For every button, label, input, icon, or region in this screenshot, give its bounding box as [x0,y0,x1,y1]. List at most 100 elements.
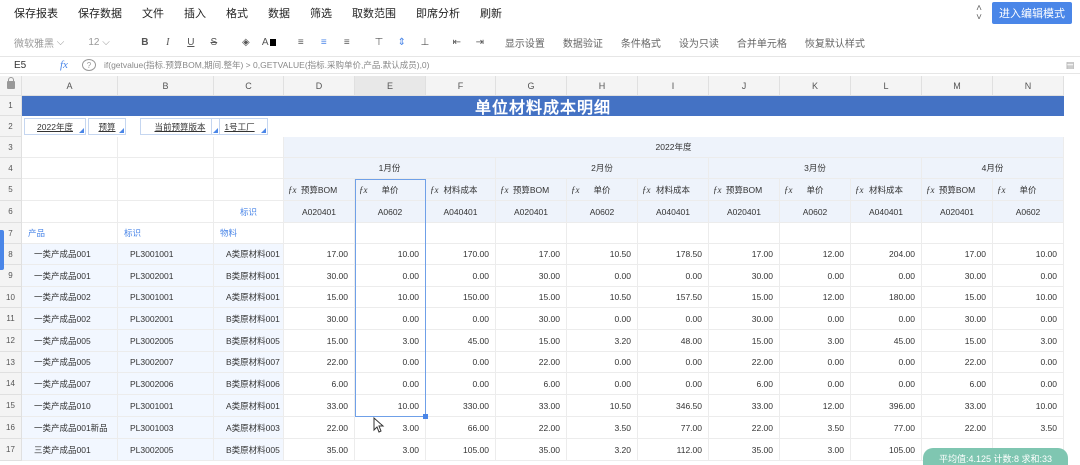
align-right-icon[interactable]: ≡ [340,35,354,49]
value-cell[interactable]: 0.00 [780,373,851,395]
member-code[interactable]: A0602 [780,201,851,223]
function-icon[interactable]: fx [60,59,82,71]
value-cell[interactable]: 3.00 [780,439,851,461]
value-cell[interactable]: 30.00 [922,265,993,287]
member-code[interactable]: A040401 [638,201,709,223]
value-cell[interactable]: 10.00 [355,244,426,265]
product-cell[interactable]: 一类产成品002 [22,308,118,330]
align-middle-icon[interactable]: ⇕ [395,35,409,49]
value-cell[interactable]: 30.00 [496,308,567,330]
column-header-n[interactable]: N [993,76,1064,96]
value-cell[interactable]: 0.00 [638,373,709,395]
value-cell[interactable]: 204.00 [851,244,922,265]
value-cell[interactable]: 3.00 [993,330,1064,352]
material-cell[interactable]: A类原材料001 [214,395,284,417]
value-cell[interactable]: 48.00 [638,330,709,352]
spreadsheet-grid[interactable]: A B C D E F G H I J K L M N 1 2 3 4 5 6 7 8 9 10 11 12 13 14 15 16 17 单… [0,76,1080,465]
cell[interactable] [709,223,780,244]
value-cell[interactable]: 0.00 [355,265,426,287]
value-cell[interactable]: 157.50 [638,287,709,308]
id-cell[interactable]: PL3002005 [118,439,214,461]
conditional-format-button[interactable]: 条件格式 [621,35,661,50]
measure-header[interactable]: ƒx 单价 [355,179,426,201]
value-cell[interactable]: 330.00 [426,395,496,417]
value-cell[interactable]: 150.00 [426,287,496,308]
row-header-1[interactable]: 1 [0,96,22,116]
value-cell[interactable]: 6.00 [709,373,780,395]
value-cell[interactable]: 12.00 [780,287,851,308]
value-cell[interactable]: 17.00 [284,244,355,265]
menu-item-8[interactable]: 即席分析 [416,5,460,21]
value-cell[interactable]: 45.00 [851,330,922,352]
value-cell[interactable]: 22.00 [284,352,355,373]
font-family-select[interactable]: 微软雅黑 ⌵ [14,35,64,50]
cell[interactable] [214,179,284,201]
display-settings-button[interactable]: 显示设置 [505,35,545,50]
cell[interactable] [22,158,118,179]
row-header-12[interactable]: 12 [0,330,22,352]
cell[interactable] [780,223,851,244]
value-cell[interactable]: 0.00 [780,308,851,330]
cell[interactable] [567,223,638,244]
reset-style-button[interactable]: 恢复默认样式 [805,35,865,50]
product-cell[interactable]: 一类产成品001 [22,244,118,265]
value-cell[interactable]: 15.00 [496,287,567,308]
material-cell[interactable]: B类原材料001 [214,265,284,287]
value-cell[interactable]: 0.00 [355,373,426,395]
menu-item-2[interactable]: 文件 [142,5,164,21]
id-cell[interactable]: PL3002005 [118,330,214,352]
measure-header[interactable]: ƒx 预算BOM [284,179,355,201]
id-cell[interactable]: PL3001001 [118,287,214,308]
parameter-selector-3[interactable]: 1号工厂 [211,118,268,135]
side-panel-tab[interactable] [0,230,4,270]
material-cell[interactable]: A类原材料001 [214,244,284,265]
expand-formula-icon[interactable]: ▤ [1060,60,1080,71]
set-readonly-button[interactable]: 设为只读 [679,35,719,50]
indent-icon[interactable]: ⇥ [473,35,487,49]
member-code[interactable]: A0602 [567,201,638,223]
id-cell[interactable]: PL3002001 [118,265,214,287]
value-cell[interactable]: 15.00 [496,330,567,352]
value-cell[interactable]: 0.00 [426,308,496,330]
product-cell[interactable]: 一类产成品005 [22,330,118,352]
value-cell[interactable]: 30.00 [496,265,567,287]
value-cell[interactable]: 12.00 [780,244,851,265]
column-header-l[interactable]: L [851,76,922,96]
cell-reference[interactable]: E5 [0,60,60,71]
value-cell[interactable]: 0.00 [993,373,1064,395]
id-cell[interactable]: PL3002007 [118,352,214,373]
value-cell[interactable]: 0.00 [851,352,922,373]
value-cell[interactable]: 66.00 [426,417,496,439]
value-cell[interactable]: 0.00 [851,265,922,287]
value-cell[interactable]: 0.00 [567,373,638,395]
column-header-m[interactable]: M [922,76,993,96]
menu-item-5[interactable]: 数据 [268,5,290,21]
bold-icon[interactable]: B [138,35,152,49]
value-cell[interactable]: 35.00 [709,439,780,461]
value-cell[interactable]: 10.00 [993,244,1064,265]
product-cell[interactable]: 一类产成品001新品 [22,417,118,439]
material-cell[interactable]: B类原材料001 [214,308,284,330]
row-header-2[interactable]: 2 [0,116,22,137]
id-cell[interactable]: PL3002006 [118,373,214,395]
id-cell[interactable]: PL3002001 [118,308,214,330]
font-size-select[interactable]: 12 ⌵ [88,37,109,48]
value-cell[interactable]: 33.00 [496,395,567,417]
row-header-4[interactable]: 4 [0,158,22,179]
value-cell[interactable]: 0.00 [993,352,1064,373]
value-cell[interactable]: 6.00 [496,373,567,395]
value-cell[interactable]: 10.00 [993,287,1064,308]
fill-color-icon[interactable]: ◈ [239,35,253,49]
row-header-5[interactable]: 5 [0,179,22,201]
value-cell[interactable]: 15.00 [709,330,780,352]
cell[interactable] [118,201,214,223]
id-cell[interactable]: PL3001001 [118,244,214,265]
row-header-14[interactable]: 14 [0,373,22,395]
value-cell[interactable]: 10.50 [567,244,638,265]
value-cell[interactable]: 105.00 [426,439,496,461]
parameter-selector-0[interactable]: 2022年度 [24,118,86,135]
value-cell[interactable]: 22.00 [709,417,780,439]
measure-header[interactable]: ƒx 预算BOM [709,179,780,201]
menu-item-7[interactable]: 取数范围 [352,5,396,21]
cell[interactable] [118,158,214,179]
